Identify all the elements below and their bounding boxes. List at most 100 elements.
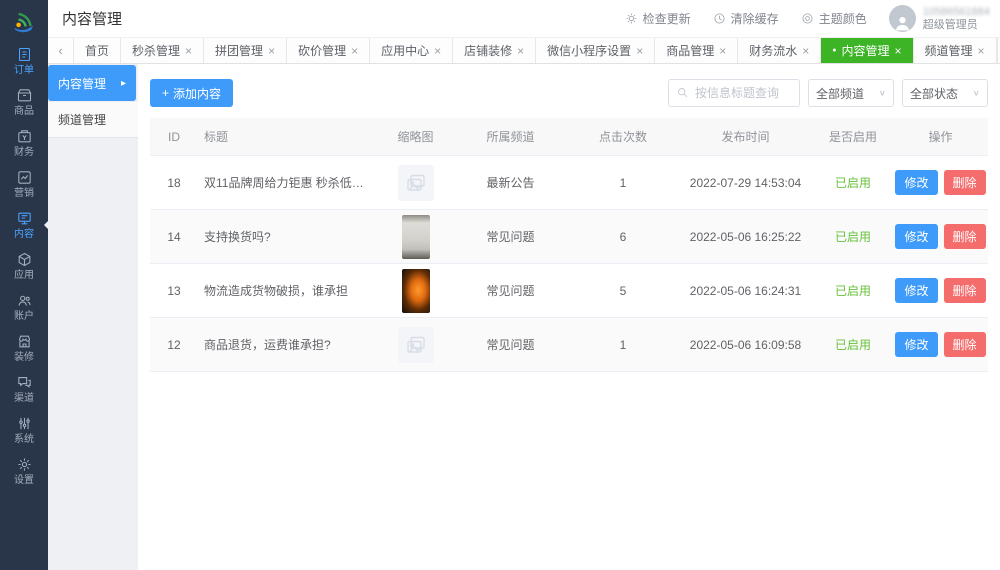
edit-button[interactable]: 修改: [895, 278, 937, 303]
close-tab-icon[interactable]: ×: [351, 44, 358, 58]
plus-icon: +: [162, 86, 169, 100]
tab-content-management[interactable]: ●内容管理×: [821, 38, 913, 63]
sidebar-item-settings[interactable]: 设置: [0, 450, 48, 491]
close-tab-icon[interactable]: ×: [185, 44, 192, 58]
cell-id: 13: [150, 284, 198, 298]
clock-icon: [713, 12, 726, 25]
thumbnail-placeholder-icon: [398, 327, 434, 363]
chevron-down-icon: ∨: [879, 89, 886, 98]
tab-finance-flow[interactable]: 财务流水×: [738, 38, 821, 63]
secondary-sidebar: 内容管理 ▸ 频道管理: [48, 64, 138, 570]
cell-channel: 常见问题: [453, 282, 568, 299]
close-tab-icon[interactable]: ×: [802, 44, 809, 58]
close-tab-icon[interactable]: ×: [636, 44, 643, 58]
cell-clicks: 1: [568, 176, 678, 190]
tab-home[interactable]: 首页: [74, 38, 121, 63]
sidebar-item-label: 商品: [14, 106, 34, 117]
tab-channel-management[interactable]: 频道管理×: [914, 38, 997, 63]
close-tab-icon[interactable]: ×: [895, 44, 902, 58]
submenu-item-content-management[interactable]: 内容管理 ▸: [48, 65, 136, 101]
main-content: + 添加内容 全部频道 ∨ 全部状态: [138, 64, 1000, 570]
clear-cache-button[interactable]: 清除缓存: [713, 10, 779, 27]
cell-clicks: 6: [568, 230, 678, 244]
sidebar-item-system[interactable]: 系统: [0, 409, 48, 450]
user-menu[interactable]: 10586561884 超级管理员: [889, 5, 990, 32]
col-title: 标题: [198, 128, 378, 145]
delete-button[interactable]: 删除: [944, 224, 986, 249]
sidebar-item-label: 订单: [14, 65, 34, 76]
cell-actions: 修改 删除: [893, 170, 988, 195]
table-row: 13 物流造成货物破损，谁承担 常见问题 5 2022-05-06 16:24:…: [150, 264, 988, 318]
tab-wechat-miniprogram[interactable]: 微信小程序设置×: [536, 38, 655, 63]
tab-shop-decoration[interactable]: 店铺装修×: [453, 38, 536, 63]
sidebar-item-accounts[interactable]: 账户: [0, 286, 48, 327]
gear-icon: [16, 456, 33, 473]
status-badge: 已启用: [813, 174, 893, 191]
users-icon: [16, 292, 33, 309]
sidebar-item-marketing[interactable]: 营销: [0, 163, 48, 204]
table-header-row: ID 标题 缩略图 所属频道 点击次数 发布时间 是否启用 操作: [150, 118, 988, 156]
close-tab-icon[interactable]: ×: [719, 44, 726, 58]
sidebar-item-channels[interactable]: 渠道: [0, 368, 48, 409]
close-tab-icon[interactable]: ×: [517, 44, 524, 58]
tab-seckill[interactable]: 秒杀管理×: [121, 38, 204, 63]
submenu-item-channel-management[interactable]: 频道管理: [48, 102, 138, 138]
clear-cache-label: 清除缓存: [731, 10, 779, 27]
theme-color-label: 主题颜色: [819, 10, 867, 27]
tabs-scroll-right-icon[interactable]: ›: [997, 38, 1000, 63]
active-menu-pointer: [39, 220, 49, 230]
delete-button[interactable]: 删除: [944, 170, 986, 195]
update-gear-icon: [625, 12, 638, 25]
add-content-button[interactable]: + 添加内容: [150, 79, 233, 107]
app-logo[interactable]: [0, 0, 48, 40]
table-row: 18 双11品牌周给力钜惠 秒杀低至99 最新公告 1 2022-07-29 1…: [150, 156, 988, 210]
tab-bar: ‹ 首页 秒杀管理× 拼团管理× 砍价管理× 应用中心× 店铺装修× 微信小程序…: [48, 38, 1000, 64]
tab-bargain[interactable]: 砍价管理×: [287, 38, 370, 63]
sidebar-item-label: 设置: [14, 475, 34, 486]
cell-published-at: 2022-05-06 16:25:22: [678, 230, 813, 244]
close-tab-icon[interactable]: ×: [268, 44, 275, 58]
sliders-icon: [16, 415, 33, 432]
tab-goods-management[interactable]: 商品管理×: [655, 38, 738, 63]
sidebar-item-finance[interactable]: 财务: [0, 122, 48, 163]
tab-groupbuy[interactable]: 拼团管理×: [204, 38, 287, 63]
theme-color-icon: [801, 12, 814, 25]
tab-app-center[interactable]: 应用中心×: [370, 38, 453, 63]
status-badge: 已启用: [813, 336, 893, 353]
check-update-button[interactable]: 检查更新: [625, 10, 691, 27]
status-badge: 已启用: [813, 282, 893, 299]
sidebar-item-orders[interactable]: 订单: [0, 40, 48, 81]
delete-button[interactable]: 删除: [944, 278, 986, 303]
edit-button[interactable]: 修改: [895, 332, 937, 357]
close-tab-icon[interactable]: ×: [978, 44, 985, 58]
cell-title: 支持换货吗?: [198, 228, 378, 245]
close-tab-icon[interactable]: ×: [434, 44, 441, 58]
cell-title: 商品退货，运费谁承担?: [198, 336, 378, 353]
sidebar-item-label: 账户: [14, 311, 34, 322]
table-row: 14 支持换货吗? 常见问题 6 2022-05-06 16:25:22 已启用…: [150, 210, 988, 264]
app-window: 订单 商品 财务 营销 内容 应用 账户 装修: [0, 0, 1000, 570]
channel-filter-select[interactable]: 全部频道 ∨: [808, 79, 894, 107]
sidebar-item-content[interactable]: 内容: [0, 204, 48, 245]
edit-button[interactable]: 修改: [895, 224, 937, 249]
theme-color-button[interactable]: 主题颜色: [801, 10, 867, 27]
toolbar: + 添加内容 全部频道 ∨ 全部状态: [138, 64, 1000, 118]
sidebar-item-decoration[interactable]: 装修: [0, 327, 48, 368]
submenu-arrow-icon: ▸: [121, 78, 126, 89]
content-table: ID 标题 缩略图 所属频道 点击次数 发布时间 是否启用 操作 18 双11品…: [150, 118, 988, 372]
cell-channel: 常见问题: [453, 228, 568, 245]
sidebar-item-apps[interactable]: 应用: [0, 245, 48, 286]
sidebar-item-goods[interactable]: 商品: [0, 81, 48, 122]
status-filter-select[interactable]: 全部状态 ∨: [902, 79, 988, 107]
cell-clicks: 5: [568, 284, 678, 298]
cell-thumbnail: [378, 215, 453, 259]
delete-button[interactable]: 删除: [944, 332, 986, 357]
tabs-scroll-left-icon[interactable]: ‹: [48, 38, 74, 63]
finance-wallet-icon: [16, 128, 33, 145]
cell-id: 18: [150, 176, 198, 190]
check-update-label: 检查更新: [643, 10, 691, 27]
cell-published-at: 2022-05-06 16:09:58: [678, 338, 813, 352]
goods-box-icon: [16, 87, 33, 104]
order-icon: [16, 46, 33, 63]
edit-button[interactable]: 修改: [895, 170, 937, 195]
